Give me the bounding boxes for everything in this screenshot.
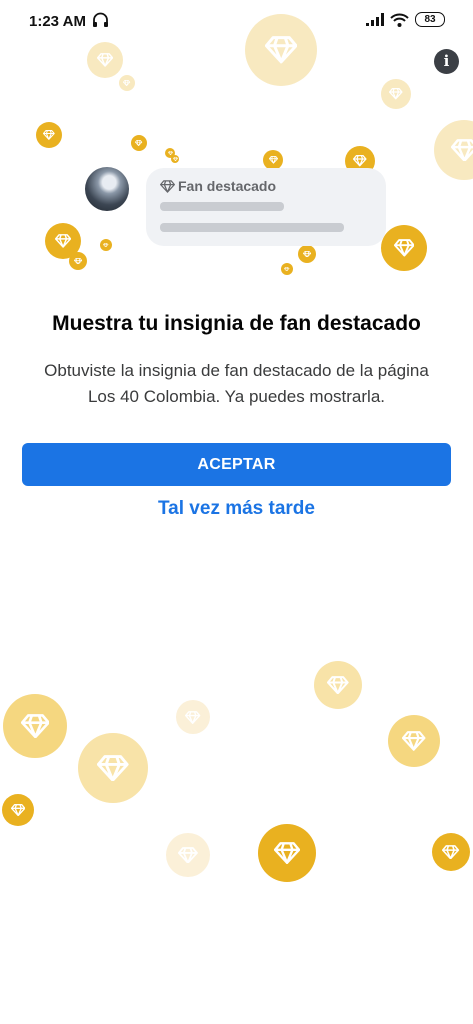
preview-badge-text: Fan destacado — [178, 178, 277, 194]
gem-badge-icon — [3, 694, 67, 758]
gem-badge-icon — [388, 715, 440, 767]
headphones-icon — [93, 12, 108, 27]
status-time: 1:23 AM — [29, 13, 86, 30]
gem-badge-icon — [69, 252, 87, 270]
gem-badge-icon — [166, 833, 210, 877]
maybe-later-link[interactable]: Tal vez más tarde — [0, 498, 473, 520]
preview-card: Fan destacado — [146, 168, 386, 246]
gem-badge-icon — [432, 833, 470, 871]
status-bar: 1:23 AM 83 — [0, 0, 473, 40]
placeholder-line — [160, 202, 284, 211]
gem-badge-icon — [171, 155, 179, 163]
gem-badge-icon — [258, 824, 316, 882]
gem-badge-icon — [298, 245, 316, 263]
gem-badge-icon — [381, 79, 411, 109]
page-title: Muestra tu insignia de fan destacado — [52, 312, 421, 335]
info-icon: i — [443, 52, 450, 70]
gem-badge-icon — [100, 239, 112, 251]
gem-badge-icon — [434, 120, 473, 180]
accept-button[interactable]: ACEPTAR — [22, 443, 451, 486]
gem-badge-icon — [78, 733, 148, 803]
gem-badge-icon — [263, 150, 283, 170]
gem-badge-icon — [176, 700, 210, 734]
gem-badge-icon — [87, 42, 123, 78]
gem-badge-icon — [119, 75, 135, 91]
gem-badge-icon — [131, 135, 147, 151]
avatar — [85, 167, 129, 211]
signal-icon — [366, 13, 384, 26]
preview-badge-label: Fan destacado — [160, 178, 276, 194]
gem-badge-icon — [36, 122, 62, 148]
gem-badge-icon — [314, 661, 362, 709]
battery-indicator: 83 — [415, 12, 445, 27]
placeholder-line — [160, 223, 344, 232]
gem-badge-icon — [281, 263, 293, 275]
diamond-icon — [160, 179, 175, 193]
gem-badge-icon — [245, 14, 317, 86]
wifi-icon — [390, 13, 409, 27]
gem-badge-icon — [381, 225, 427, 271]
info-button[interactable]: i — [434, 49, 459, 74]
gem-badge-icon — [2, 794, 34, 826]
description: Obtuviste la insignia de fan destacado d… — [44, 361, 429, 406]
